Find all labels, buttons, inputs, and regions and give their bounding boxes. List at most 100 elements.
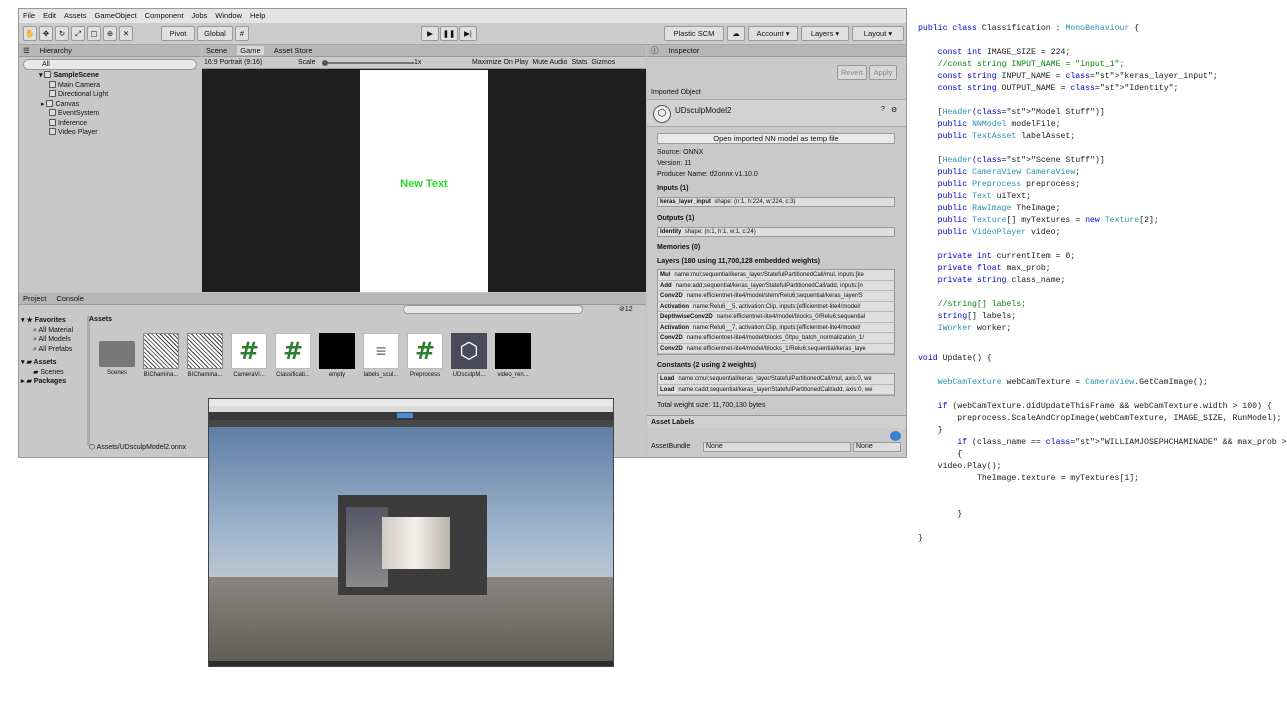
move-tool-icon[interactable]: ✥ bbox=[39, 26, 53, 41]
menu-item-gameobject[interactable]: GameObject bbox=[95, 11, 137, 21]
code-line: } bbox=[918, 426, 943, 435]
pivot-toggle[interactable]: Pivot bbox=[161, 26, 195, 41]
asset-item[interactable]: # Classificati... bbox=[271, 333, 315, 378]
packages-folder-item[interactable]: ▸ ▰ Packages bbox=[21, 377, 87, 387]
constant-row[interactable]: Load name:cadd;sequential/keras_layer/Sta… bbox=[658, 385, 894, 395]
rect-tool-icon[interactable]: ▢ bbox=[87, 26, 101, 41]
transform-tool-icon[interactable]: ⊕ bbox=[103, 26, 117, 41]
layers-dropdown[interactable]: Layers ▾ bbox=[801, 26, 849, 41]
play-button[interactable]: ▶ bbox=[421, 26, 439, 41]
hierarchy-item[interactable]: EventSystem bbox=[39, 109, 199, 119]
grid-snap-icon[interactable]: # bbox=[235, 26, 249, 41]
layer-row[interactable]: Mul name:mul;sequential/keras_layer/State… bbox=[658, 270, 894, 281]
tab-scene[interactable]: Scene bbox=[206, 46, 227, 55]
layers-list[interactable]: Mul name:mul;sequential/keras_layer/State… bbox=[657, 269, 895, 355]
fav-material[interactable]: ⌕ All Material bbox=[21, 326, 87, 336]
layer-row[interactable]: Add name:add;sequential/keras_layer/State… bbox=[658, 281, 894, 291]
assetbundle-dropdown[interactable]: None bbox=[703, 442, 851, 452]
asset-item[interactable]: ⬡ UDsculpM... bbox=[447, 333, 491, 378]
tab-project[interactable]: Project bbox=[23, 294, 46, 303]
code-line: public Preprocess preprocess; bbox=[937, 180, 1081, 189]
layer-row[interactable]: Conv2D name:efficientnet-lite4/model/bloc… bbox=[658, 333, 894, 344]
asset-item[interactable]: BIChamina... bbox=[139, 333, 183, 378]
layer-row[interactable]: Conv2D name:efficientnet-lite4/model/bloc… bbox=[658, 344, 894, 354]
plastic-scm-button[interactable]: Plastic SCM bbox=[664, 26, 724, 41]
fav-material-label: All Material bbox=[38, 326, 74, 334]
apply-button[interactable]: Apply bbox=[869, 65, 897, 80]
step-button[interactable]: ▶| bbox=[459, 26, 477, 41]
gameobject-icon bbox=[49, 80, 56, 88]
menu-item-window[interactable]: Window bbox=[215, 11, 242, 21]
pause-button[interactable]: ❚❚ bbox=[440, 26, 458, 41]
input-name: keras_layer_input bbox=[660, 199, 712, 205]
label-tag-icon[interactable] bbox=[890, 431, 901, 441]
hierarchy-item[interactable]: Inference bbox=[39, 118, 199, 129]
layer-row[interactable]: Activation name:Relu6__5, activation:Clip… bbox=[658, 302, 894, 312]
game-option-gizmos[interactable]: Gizmos bbox=[591, 57, 615, 69]
cloud-icon[interactable]: ☁ bbox=[727, 26, 745, 41]
asset-item[interactable]: # CameraVi... bbox=[227, 333, 271, 378]
tab-game[interactable]: Game bbox=[237, 46, 264, 55]
scenes-folder-label: Scenes bbox=[40, 368, 64, 376]
menu-item-edit[interactable]: Edit bbox=[43, 11, 56, 21]
code-line: public class Classification : MonoBehavi… bbox=[918, 24, 1140, 33]
menu-item-component[interactable]: Component bbox=[145, 11, 184, 21]
inspector-tab[interactable]: ⓘ Inspector bbox=[647, 45, 906, 57]
project-search-input[interactable] bbox=[403, 305, 583, 314]
hierarchy-item[interactable]: Main Camera bbox=[39, 80, 199, 91]
favorites-item[interactable]: ▾ ★ Favorites bbox=[21, 316, 87, 326]
scale-slider-handle[interactable] bbox=[322, 60, 328, 66]
menu-item-jobs[interactable]: Jobs bbox=[191, 11, 207, 21]
help-icon[interactable]: ? bbox=[881, 106, 885, 113]
scale-tool-icon[interactable]: ⤢ bbox=[71, 26, 85, 41]
constant-row[interactable]: Load name:cmul;sequential/keras_layer/Sta… bbox=[658, 374, 894, 385]
hand-tool-icon[interactable]: ✋ bbox=[23, 26, 37, 41]
revert-button[interactable]: Revert bbox=[837, 65, 867, 80]
menu-item-assets[interactable]: Assets bbox=[64, 11, 87, 21]
variant-dropdown[interactable]: None bbox=[853, 442, 901, 452]
game-option-stats[interactable]: Stats bbox=[571, 57, 587, 69]
asset-item[interactable]: empty bbox=[315, 333, 359, 378]
mini-play-button[interactable] bbox=[397, 413, 413, 418]
fav-models[interactable]: ⌕ All Models bbox=[21, 335, 87, 345]
layout-dropdown[interactable]: Layout ▾ bbox=[852, 26, 904, 41]
asset-grid: Scenes BIChamina... BIChamina... # CameraVi.… bbox=[95, 333, 545, 383]
custom-tool-icon[interactable]: ✕ bbox=[119, 26, 133, 41]
asset-item[interactable]: Scenes bbox=[95, 333, 139, 376]
game-option-mute-audio[interactable]: Mute Audio bbox=[532, 57, 567, 69]
asset-labels-section[interactable]: Asset Labels bbox=[647, 415, 906, 428]
scene-root-item[interactable]: ▾ SampleScene bbox=[39, 71, 199, 81]
global-toggle[interactable]: Global bbox=[197, 26, 233, 41]
account-dropdown[interactable]: Account ▾ bbox=[748, 26, 798, 41]
constants-list[interactable]: Load name:cmul;sequential/keras_layer/Sta… bbox=[657, 373, 895, 396]
rotate-tool-icon[interactable]: ↻ bbox=[55, 26, 69, 41]
tab-console[interactable]: Console bbox=[56, 294, 84, 303]
open-temp-model-button[interactable]: Open imported NN model as temp file bbox=[657, 133, 895, 144]
menu-item-help[interactable]: Help bbox=[250, 11, 265, 21]
menu-item-file[interactable]: File bbox=[23, 11, 35, 21]
asset-item[interactable]: # Preprocess bbox=[403, 333, 447, 378]
tab-asset-store[interactable]: Asset Store bbox=[274, 46, 313, 55]
scale-slider[interactable] bbox=[324, 62, 414, 64]
asset-item[interactable]: BIChamina... bbox=[183, 333, 227, 378]
asset-item[interactable]: ≡ labels_scul... bbox=[359, 333, 403, 378]
hierarchy-item[interactable]: ▸ Canvas bbox=[39, 99, 199, 110]
project-splitter[interactable] bbox=[87, 316, 90, 446]
gameobject-icon bbox=[46, 99, 54, 107]
hierarchy-tab[interactable]: ☰ Hierarchy bbox=[19, 45, 201, 57]
layer-row[interactable]: Conv2D name:efficientnet-lite4/model/stem… bbox=[658, 291, 894, 302]
asset-item[interactable]: video_ren... bbox=[491, 333, 535, 378]
webcam-feed bbox=[338, 495, 487, 595]
layer-row[interactable]: DepthwiseConv2D name:efficientnet-lite4/m… bbox=[658, 312, 894, 323]
settings-gear-icon[interactable]: ⚙ bbox=[891, 106, 897, 114]
black-thumbnail-icon bbox=[495, 333, 531, 369]
fav-prefabs[interactable]: ⌕ All Prefabs bbox=[21, 345, 87, 355]
game-option-maximize-on-play[interactable]: Maximize On Play bbox=[472, 57, 528, 69]
scenes-folder-item[interactable]: ▰ Scenes bbox=[21, 368, 87, 378]
hierarchy-item[interactable]: Directional Light bbox=[39, 90, 199, 100]
hierarchy-search-input[interactable]: All bbox=[23, 59, 197, 70]
layer-row[interactable]: Activation name:Relu6__7, activation:Clip… bbox=[658, 323, 894, 333]
hierarchy-item[interactable]: Video Player bbox=[39, 128, 199, 138]
assets-root-item[interactable]: ▾ ▰ Assets bbox=[21, 358, 87, 368]
display-dropdown[interactable]: 16:9 Portrait (9:16) bbox=[204, 57, 262, 69]
